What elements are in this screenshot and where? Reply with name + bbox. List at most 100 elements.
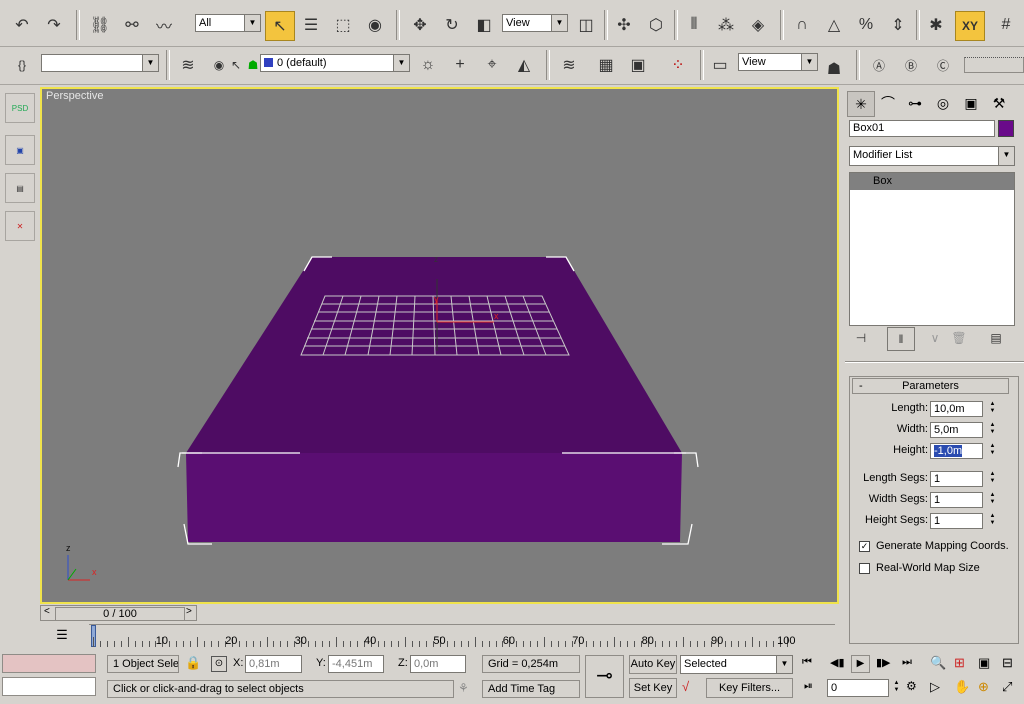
create-layer-icon[interactable]: + (446, 51, 474, 79)
set-key-icon[interactable]: ⊸ (585, 655, 624, 698)
motion-tab-icon[interactable]: ◎ (930, 91, 956, 115)
zoom-extents-icon[interactable]: ▣ (978, 655, 990, 671)
make-unique-icon[interactable]: ∨ (925, 327, 945, 349)
percent-snap-icon[interactable]: % (852, 11, 880, 39)
align-icon[interactable]: ◈ (744, 11, 772, 39)
x-coordinate-field[interactable]: 0,81m (245, 655, 302, 673)
select-and-link-icon[interactable]: ⛓ (86, 11, 114, 39)
select-and-move-icon[interactable]: ✥ (406, 11, 434, 39)
show-end-result-icon[interactable]: ‖ (887, 327, 915, 351)
set-key-button[interactable]: Set Key (629, 678, 677, 698)
maxscript-listener-white[interactable] (2, 677, 96, 696)
zoom-all-icon[interactable]: ⊞ (954, 655, 965, 671)
select-and-scale-icon[interactable]: ◧ (470, 11, 498, 39)
layer-manager-icon[interactable]: ≋ (174, 51, 202, 79)
grid-icon[interactable]: # (992, 11, 1020, 39)
width-spinner[interactable]: ▲ ▼ (988, 422, 997, 438)
modify-tab-icon[interactable]: ⌒ (875, 91, 901, 115)
pivot-center-icon[interactable]: ◫ (572, 11, 600, 39)
object-color-swatch[interactable] (998, 120, 1014, 137)
auto-key-button[interactable]: Auto Key (629, 655, 677, 674)
play-icon[interactable]: ▶ (851, 655, 870, 673)
configure-modifier-sets-icon[interactable]: ▤ (985, 327, 1007, 349)
material-editor-icon[interactable]: ⁘ (664, 51, 692, 79)
utilities-tab-icon[interactable]: ⚒ (986, 91, 1012, 115)
unlink-icon[interactable]: ⚯ (118, 11, 146, 39)
maxscript-listener-pink[interactable] (2, 654, 96, 673)
perspective-viewport[interactable]: y x z z x (40, 87, 839, 604)
snap-toggle-icon[interactable]: ∩ (788, 11, 816, 39)
field-of-view-icon[interactable]: ▷ (930, 679, 940, 695)
time-config-icon[interactable]: ⚙ (906, 679, 917, 693)
stack-item-box[interactable]: Box (850, 173, 1014, 190)
zoom-icon[interactable]: 🔍 (930, 655, 946, 671)
width-segs-field[interactable]: 1 (930, 492, 983, 508)
named-selection-snap-icon[interactable]: ✱ (922, 11, 950, 39)
key-filters-button[interactable]: Key Filters... (706, 678, 793, 698)
track-bar-menu-icon[interactable]: ☰ (50, 627, 74, 647)
create-tab-icon[interactable]: ✳ (847, 91, 875, 117)
select-in-layer-icon[interactable]: ⌖ (478, 51, 506, 79)
length-field[interactable]: 10,0m (930, 401, 983, 417)
xy-constraint-icon[interactable]: XY (955, 11, 985, 41)
psd-remove-icon[interactable]: ✕ (5, 211, 35, 241)
next-frame-icon[interactable]: ▮▶ (876, 656, 891, 669)
object-name-field[interactable]: Box01 (849, 120, 995, 137)
named-selection-dropdown[interactable]: ▼ (41, 54, 159, 72)
selection-lock-icon[interactable]: 🔒 (185, 655, 201, 671)
goto-end-icon[interactable]: ⏭ (902, 656, 912, 669)
time-tag-icon[interactable]: ⚘ (458, 681, 469, 695)
pin-stack-icon[interactable]: ⊣ (851, 327, 871, 349)
key-mode-toggle-icon[interactable]: ⏯ (804, 680, 813, 693)
width-segs-spinner[interactable]: ▲ ▼ (988, 492, 997, 508)
select-by-name-icon[interactable]: ☰ (297, 11, 325, 39)
absolute-mode-icon[interactable]: ⊙ (211, 656, 227, 672)
hierarchy-tab-icon[interactable]: ⊶ (902, 91, 928, 115)
reference-coordinate-dropdown[interactable]: View ▼ (502, 14, 568, 32)
light-icon[interactable]: ☼ (414, 51, 442, 79)
height-segs-field[interactable]: 1 (930, 513, 983, 529)
height-field[interactable]: -1,0m (930, 443, 983, 459)
select-and-rotate-icon[interactable]: ↻ (438, 11, 466, 39)
arc-rotate-icon[interactable]: ⊕ (978, 679, 989, 695)
mirror-icon[interactable]: ⫴ (680, 11, 708, 39)
set-current-layer-icon[interactable]: ◭ (510, 51, 538, 79)
selection-filter-dropdown[interactable]: All ▼ (195, 14, 261, 32)
render-c-icon[interactable]: Ⓒ (929, 51, 957, 79)
select-object-icon[interactable]: ↖ (265, 11, 295, 41)
y-coordinate-field[interactable]: -4,451m (328, 655, 384, 673)
curve-editor-icon[interactable]: ▦ (592, 51, 620, 79)
window-crossing-icon[interactable]: ◉ (361, 11, 389, 39)
time-next-icon[interactable]: > (186, 606, 192, 617)
psd-teapot-icon[interactable]: PSD (5, 93, 35, 123)
real-world-map-checkbox[interactable] (859, 563, 870, 574)
time-slider-thumb[interactable]: 0 / 100 (55, 607, 185, 621)
display-tab-icon[interactable]: ▣ (958, 91, 984, 115)
add-time-tag-button[interactable]: Add Time Tag (482, 680, 580, 698)
manipulate-icon[interactable]: ✣ (610, 11, 638, 39)
bind-space-warp-icon[interactable]: 〰 (150, 11, 178, 39)
schematic-view-icon[interactable]: ▣ (624, 51, 652, 79)
key-tangent-icon[interactable]: √ (682, 679, 689, 694)
layer-dropdown[interactable]: 0 (default) ▼ (260, 54, 410, 72)
frame-spinner[interactable]: ▲ ▼ (892, 680, 901, 696)
render-a-icon[interactable]: Ⓐ (865, 51, 893, 79)
remove-modifier-icon[interactable]: 🗑 (949, 327, 969, 349)
z-coordinate-field[interactable]: 0,0m (410, 655, 466, 673)
angle-snap-icon[interactable]: △ (820, 11, 848, 39)
render-teapot-icon[interactable]: ☗ (820, 55, 848, 83)
render-view-dropdown[interactable]: View ▼ (738, 53, 818, 71)
length-segs-field[interactable]: 1 (930, 471, 983, 487)
generate-mapping-checkbox[interactable]: ✓ (859, 541, 870, 552)
zoom-extents-all-icon[interactable]: ⊟ (1002, 655, 1013, 671)
array-icon[interactable]: ⁂ (712, 11, 740, 39)
width-field[interactable]: 5,0m (930, 422, 983, 438)
time-slider[interactable]: < 0 / 100 > (40, 605, 197, 621)
modifier-list-dropdown[interactable]: Modifier List ▼ (849, 146, 1015, 166)
key-mode-dropdown[interactable]: Selected ▼ (680, 655, 793, 674)
redo-icon[interactable]: ↷ (40, 11, 68, 39)
maximize-viewport-icon[interactable]: ⤢ (1002, 679, 1012, 695)
viewport-label[interactable]: Perspective (46, 90, 103, 102)
length-segs-spinner[interactable]: ▲ ▼ (988, 471, 997, 487)
document-tool-icon[interactable]: ▤ (5, 173, 35, 203)
